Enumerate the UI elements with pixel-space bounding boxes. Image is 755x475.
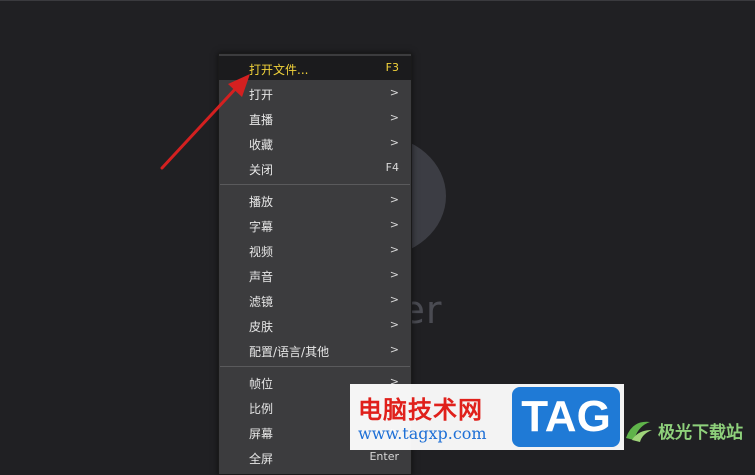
watermark-badge: 电脑技术网 www.tagxp.com TAG bbox=[350, 384, 624, 450]
site-name: 极光下载站 bbox=[658, 423, 743, 443]
watermark-title: 电脑技术网 bbox=[358, 396, 483, 424]
watermark-tag-logo: TAG bbox=[512, 387, 620, 447]
watermark-url: www.tagxp.com bbox=[358, 424, 487, 443]
site-watermark: 极光下载站 bbox=[618, 412, 755, 448]
aurora-logo-icon bbox=[626, 421, 652, 442]
